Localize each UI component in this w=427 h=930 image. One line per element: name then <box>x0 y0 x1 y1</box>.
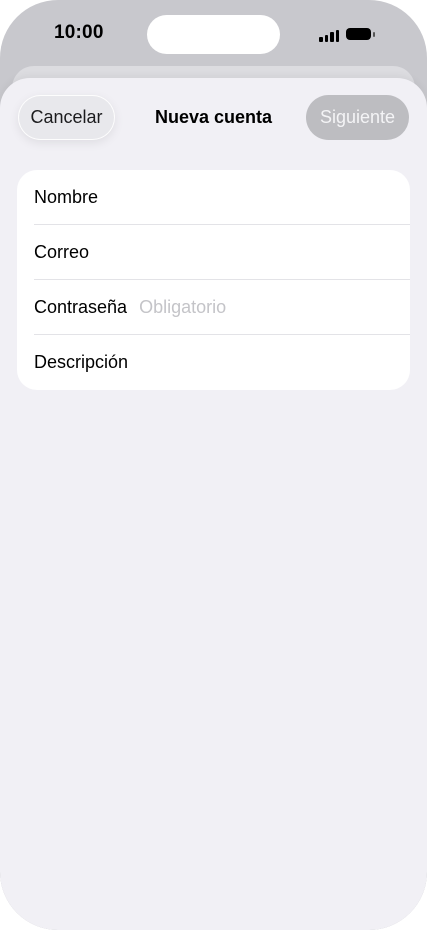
email-field-label: Correo <box>34 242 90 262</box>
new-account-sheet: Cancelar Nueva cuenta Siguiente Nombre C… <box>0 78 427 930</box>
dynamic-island <box>147 15 280 54</box>
name-field-label: Nombre <box>34 187 99 207</box>
password-field-label: Contraseña <box>34 297 128 317</box>
status-bar: 10:00 <box>0 0 427 70</box>
next-button[interactable]: Siguiente <box>306 95 409 140</box>
password-field-placeholder: Obligatorio <box>139 297 227 317</box>
sheet-title: Nueva cuenta <box>154 107 273 127</box>
description-field[interactable]: Descripción <box>17 335 410 390</box>
status-time: 10:00 <box>54 22 104 43</box>
battery-icon <box>346 28 376 41</box>
cellular-signal-icon <box>319 28 341 42</box>
description-field-label: Descripción <box>34 352 129 372</box>
phone-screen: 10:00 Cancelar Nueva cuenta Siguiente No… <box>0 0 427 930</box>
cancel-button[interactable]: Cancelar <box>18 95 115 140</box>
name-field[interactable]: Nombre <box>17 170 410 225</box>
account-form: Nombre Correo Contraseña Obligatorio Des… <box>17 170 410 390</box>
sheet-navigation-bar: Cancelar Nueva cuenta Siguiente <box>0 78 427 158</box>
password-field[interactable]: Contraseña Obligatorio <box>17 280 410 335</box>
email-field[interactable]: Correo <box>17 225 410 280</box>
